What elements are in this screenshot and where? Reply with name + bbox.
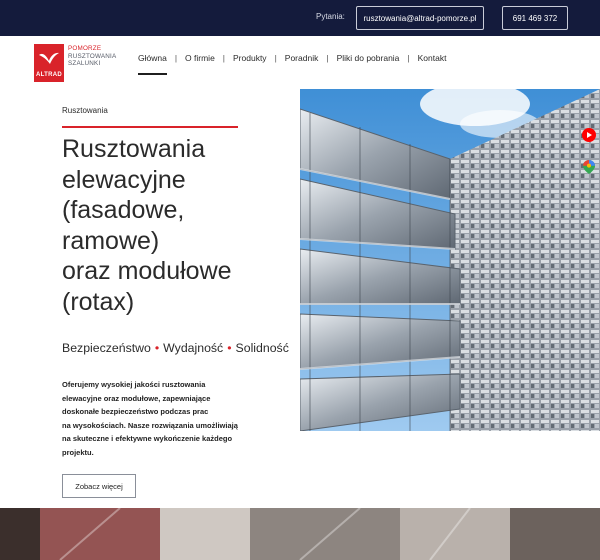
- nav-separator: |: [407, 53, 410, 63]
- phone-button[interactable]: 691 469 372: [502, 6, 568, 30]
- breadcrumb-underline: [62, 126, 238, 128]
- google-maps-icon[interactable]: [583, 160, 595, 174]
- top-contact-bar: Pytania: rusztowania@altrad-pomorze.pl 6…: [0, 0, 600, 36]
- title-line: (fasadowe,: [62, 196, 185, 224]
- youtube-icon[interactable]: [582, 128, 596, 142]
- nav-item-pliki[interactable]: Pliki do pobrania: [337, 53, 400, 63]
- next-section-photo: [0, 508, 600, 560]
- see-more-button[interactable]: Zobacz więcej: [62, 474, 136, 498]
- nav-item-produkty[interactable]: Produkty: [233, 53, 267, 63]
- nav-item-poradnik[interactable]: Poradnik: [285, 53, 319, 63]
- site-header: ALTRAD POMORZE RUSZTOWANIA SZALUNKI Głów…: [0, 36, 600, 88]
- logo-brand: ALTRAD: [35, 72, 63, 78]
- page-title: Rusztowania elewacyjne (fasadowe, ramowe…: [62, 134, 302, 317]
- desc-line: na skuteczne i efektywne wykończenie każ…: [62, 434, 233, 443]
- breadcrumb[interactable]: Rusztowania: [62, 106, 108, 115]
- desc-line: elewacyjne oraz modułowe, zapewniające: [62, 393, 211, 403]
- logo-line-2: RUSZTOWANIA: [68, 52, 117, 60]
- logo-line-3: SZALUNKI: [68, 60, 101, 68]
- tagline-item: Wydajność: [163, 341, 224, 355]
- desc-line: doskonałe bezpieczeństwo podczas prac: [62, 407, 209, 416]
- bullet-dot: •: [154, 341, 160, 355]
- nav-item-glowna[interactable]: Główna: [138, 53, 167, 75]
- email-button[interactable]: rusztowania@altrad-pomorze.pl: [356, 6, 484, 30]
- desc-line: na wysokościach. Nasze rozwiązania umożl…: [62, 420, 238, 430]
- tagline-item: Solidność: [235, 341, 289, 355]
- tagline: Bezpieczeństwo • Wydajność • Solidność: [62, 341, 289, 355]
- logo-line-1: POMORZE: [68, 45, 102, 52]
- nav-separator: |: [274, 53, 277, 63]
- logo-mark: ALTRAD: [34, 44, 64, 82]
- nav-separator: |: [174, 53, 178, 63]
- title-line: elewacyjne: [62, 165, 186, 194]
- main-nav: Główna | O firmie | Produkty | Poradnik …: [138, 53, 447, 75]
- tagline-item: Bezpieczeństwo: [62, 341, 151, 355]
- altrad-logo[interactable]: ALTRAD POMORZE RUSZTOWANIA SZALUNKI: [34, 44, 116, 82]
- questions-label: Pytania:: [316, 12, 345, 21]
- title-line: Rusztowania: [62, 135, 206, 163]
- logo-text: POMORZE RUSZTOWANIA SZALUNKI: [68, 45, 116, 68]
- bullet-dot: •: [227, 341, 232, 355]
- nav-separator: |: [326, 53, 329, 63]
- title-line: ramowe): [62, 226, 160, 255]
- logo-bird-icon: [39, 52, 59, 64]
- scaffolding-photo: [300, 89, 600, 431]
- hero-description: Oferujemy wysokiej jakości rusztowania e…: [62, 378, 248, 459]
- desc-line: Oferujemy wysokiej jakości rusztowania: [62, 380, 206, 389]
- title-line: (rotax): [62, 287, 135, 316]
- nav-item-o-firmie[interactable]: O firmie: [185, 53, 215, 63]
- title-line: oraz modułowe: [62, 257, 232, 285]
- desc-line: projektu.: [62, 447, 94, 457]
- nav-separator: |: [222, 53, 226, 63]
- nav-item-kontakt[interactable]: Kontakt: [418, 53, 447, 63]
